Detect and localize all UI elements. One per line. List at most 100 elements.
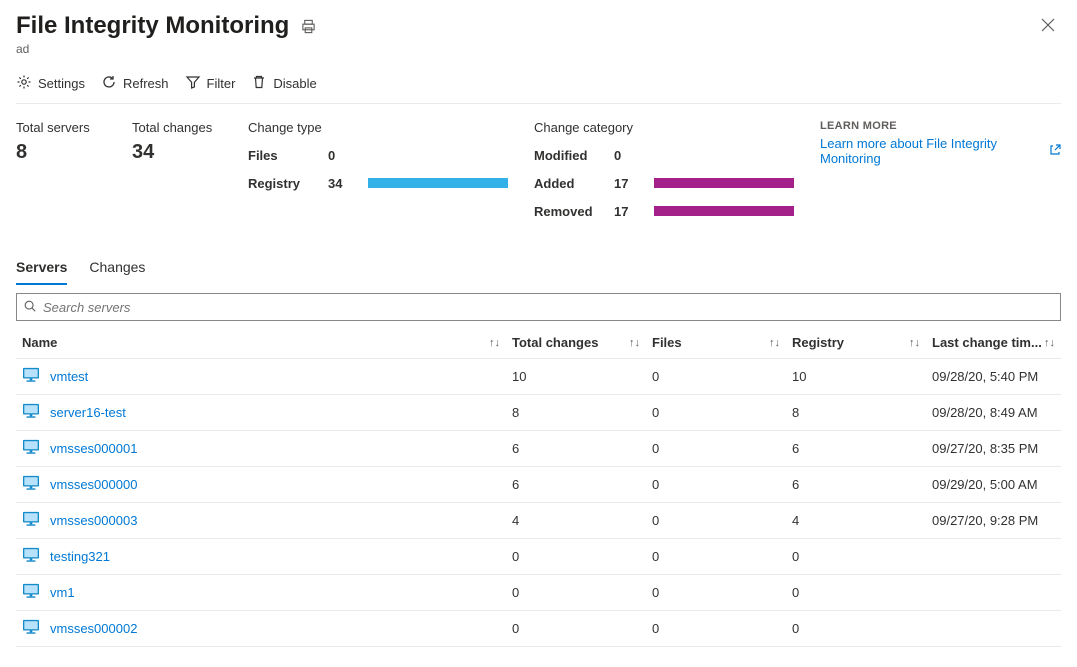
sort-icon: ↑↓: [489, 337, 500, 349]
cell-files: 0: [646, 611, 786, 647]
sort-icon: ↑↓: [1044, 337, 1055, 349]
total-servers-value: 8: [16, 141, 106, 164]
chart-bar-track: [654, 150, 794, 160]
tab-servers[interactable]: Servers: [16, 253, 67, 285]
search-input[interactable]: [41, 299, 1054, 316]
cell-last-change: [926, 611, 1061, 647]
print-icon[interactable]: [301, 19, 316, 34]
cell-files: 0: [646, 467, 786, 503]
chart-category: Added: [534, 176, 614, 191]
col-name[interactable]: Name↑↓: [16, 327, 506, 359]
vm-icon: [22, 367, 40, 386]
vm-icon: [22, 583, 40, 602]
chart-bar-track: [368, 178, 508, 188]
chart-value: 17: [614, 204, 654, 219]
close-button[interactable]: [1035, 12, 1061, 38]
cell-registry: 0: [786, 539, 926, 575]
refresh-label: Refresh: [123, 76, 169, 91]
disable-button[interactable]: Disable: [251, 74, 316, 93]
cell-files: 0: [646, 395, 786, 431]
server-link[interactable]: vmsses000003: [50, 513, 137, 528]
col-total-changes[interactable]: Total changes↑↓: [506, 327, 646, 359]
learn-more-heading: LEARN MORE: [820, 120, 1061, 132]
table-row: vmsses00000160609/27/20, 8:35 PM: [16, 431, 1061, 467]
vm-icon: [22, 439, 40, 458]
cell-total-changes: 10: [506, 359, 646, 395]
chart-value: 0: [328, 148, 368, 163]
chart-row: Files0: [248, 141, 508, 169]
toolbar: Settings Refresh Filter Disable: [16, 74, 1061, 104]
cell-registry: 6: [786, 431, 926, 467]
chart-category: Registry: [248, 176, 328, 191]
chart-bar: [368, 178, 508, 188]
total-servers-label: Total servers: [16, 120, 106, 135]
page-title: File Integrity Monitoring: [16, 12, 289, 40]
table-row: server16-test80809/28/20, 8:49 AM: [16, 395, 1061, 431]
cell-registry: 0: [786, 575, 926, 611]
server-link[interactable]: vmsses000000: [50, 477, 137, 492]
cell-total-changes: 0: [506, 539, 646, 575]
settings-label: Settings: [38, 76, 85, 91]
cell-registry: 0: [786, 611, 926, 647]
chart-category: Removed: [534, 204, 614, 219]
cell-total-changes: 6: [506, 467, 646, 503]
cell-registry: 8: [786, 395, 926, 431]
table-row: vmsses00000060609/29/20, 5:00 AM: [16, 467, 1061, 503]
chart-category: Modified: [534, 148, 614, 163]
server-link[interactable]: testing321: [50, 549, 110, 564]
cell-files: 0: [646, 359, 786, 395]
refresh-button[interactable]: Refresh: [101, 74, 169, 93]
cell-last-change: 09/27/20, 9:28 PM: [926, 503, 1061, 539]
vm-icon: [22, 511, 40, 530]
cell-registry: 6: [786, 467, 926, 503]
cell-files: 0: [646, 575, 786, 611]
learn-more-link[interactable]: Learn more about File Integrity Monitori…: [820, 136, 1061, 166]
chart-bar-track: [654, 178, 794, 188]
cell-registry: 4: [786, 503, 926, 539]
table-row: vmsses00000340409/27/20, 9:28 PM: [16, 503, 1061, 539]
header: File Integrity Monitoring ad: [16, 12, 1061, 56]
settings-button[interactable]: Settings: [16, 74, 85, 93]
chart-value: 0: [614, 148, 654, 163]
vm-icon: [22, 475, 40, 494]
server-link[interactable]: vmsses000001: [50, 441, 137, 456]
server-link[interactable]: vmsses000002: [50, 621, 137, 636]
server-link[interactable]: vm1: [50, 585, 75, 600]
table-row: vmtest1001009/28/20, 5:40 PM: [16, 359, 1061, 395]
tab-changes[interactable]: Changes: [89, 253, 145, 285]
server-link[interactable]: vmtest: [50, 369, 88, 384]
cell-last-change: 09/28/20, 5:40 PM: [926, 359, 1061, 395]
table-row: vmsses000002000: [16, 611, 1061, 647]
refresh-icon: [101, 74, 117, 93]
search-icon: [23, 299, 41, 316]
servers-table: Name↑↓ Total changes↑↓ Files↑↓ Registry↑…: [16, 327, 1061, 647]
filter-button[interactable]: Filter: [185, 74, 236, 93]
cell-last-change: [926, 539, 1061, 575]
learn-more: LEARN MORE Learn more about File Integri…: [820, 120, 1061, 225]
filter-label: Filter: [207, 76, 236, 91]
table-row: testing321000: [16, 539, 1061, 575]
sort-icon: ↑↓: [909, 337, 920, 349]
cell-total-changes: 6: [506, 431, 646, 467]
cell-last-change: 09/29/20, 5:00 AM: [926, 467, 1061, 503]
tabs: Servers Changes: [16, 253, 1061, 285]
external-link-icon: [1049, 144, 1061, 159]
col-last-change[interactable]: Last change tim...↑↓: [926, 327, 1061, 359]
change-category-title: Change category: [534, 120, 794, 135]
cell-total-changes: 4: [506, 503, 646, 539]
col-registry[interactable]: Registry↑↓: [786, 327, 926, 359]
search-box[interactable]: [16, 293, 1061, 321]
sort-icon: ↑↓: [629, 337, 640, 349]
vm-icon: [22, 403, 40, 422]
total-servers: Total servers 8: [16, 120, 106, 225]
cell-files: 0: [646, 539, 786, 575]
chart-bar-track: [654, 206, 794, 216]
stats-row: Total servers 8 Total changes 34 Change …: [16, 120, 1061, 225]
chart-value: 34: [328, 176, 368, 191]
chart-bar-track: [368, 150, 508, 160]
server-link[interactable]: server16-test: [50, 405, 126, 420]
cell-total-changes: 8: [506, 395, 646, 431]
col-files[interactable]: Files↑↓: [646, 327, 786, 359]
vm-icon: [22, 619, 40, 638]
chart-bar: [654, 178, 794, 188]
